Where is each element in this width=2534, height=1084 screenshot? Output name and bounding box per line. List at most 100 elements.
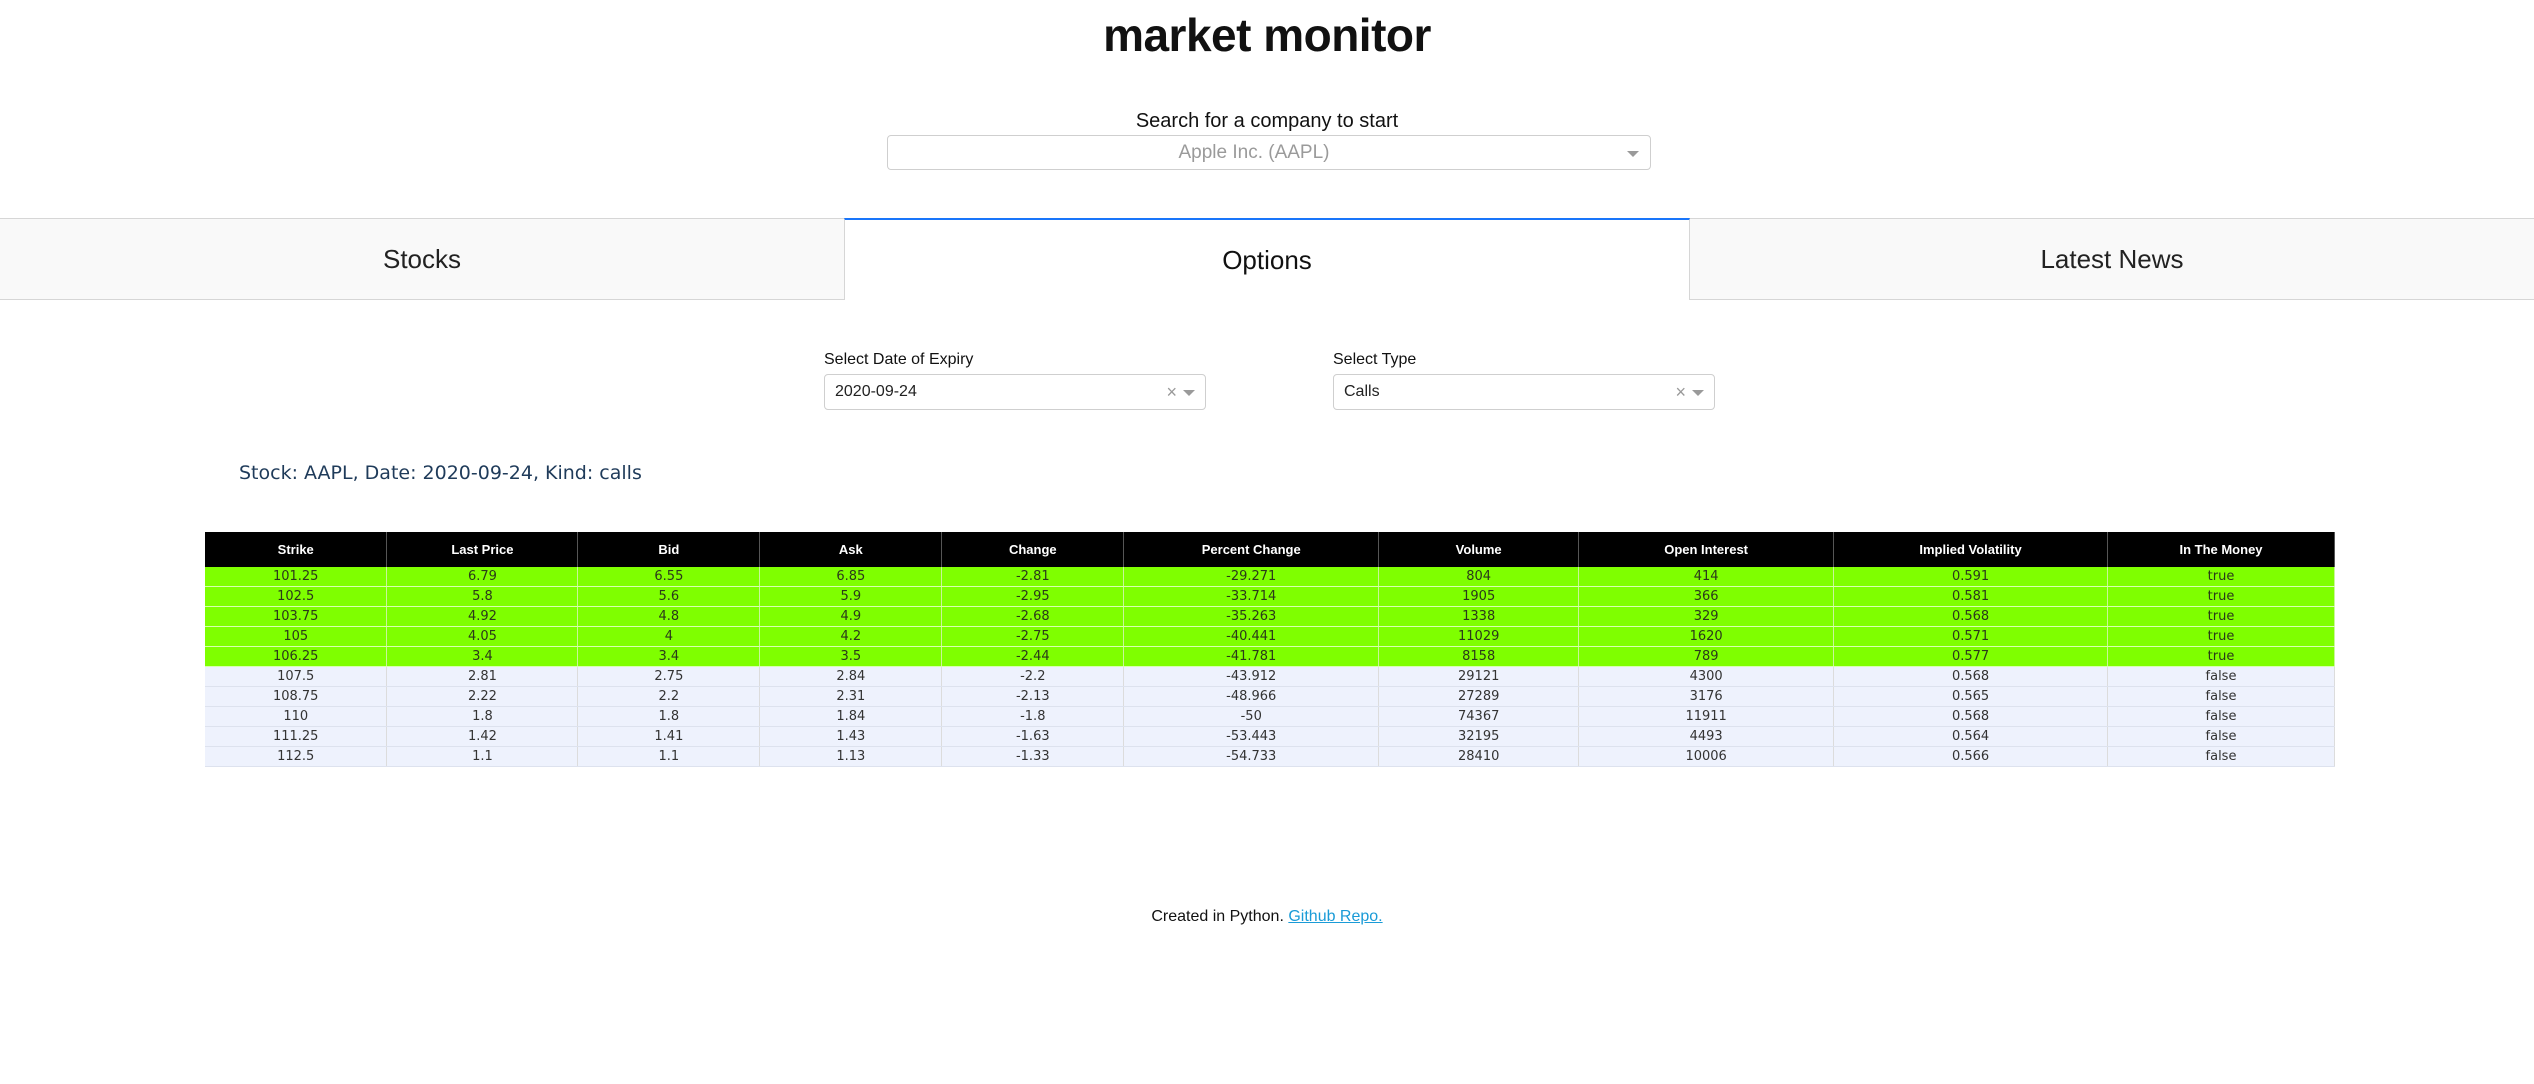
table-cell: true [2107, 586, 2335, 607]
table-cell: -53.443 [1123, 726, 1380, 747]
column-header[interactable]: Last Price [386, 532, 579, 567]
table-row: 111.25 1.42 1.41 1.43 -1.63 -53.443 32195 4493 0… [205, 726, 2335, 747]
table-cell: 1.43 [759, 726, 943, 747]
table-body: 101.25 6.79 6.55 6.85 -2.81 -29.271 804 414 0.59… [205, 567, 2335, 767]
chevron-down-icon[interactable] [1183, 390, 1195, 396]
table-cell: 1.84 [759, 706, 943, 727]
table-cell: -54.733 [1123, 746, 1380, 767]
table-cell: 6.55 [577, 567, 761, 587]
table-row: 110 1.8 1.8 1.84 -1.8 -50 74367 11911 0.568 false [205, 706, 2335, 727]
column-header[interactable]: Implied Volatility [1833, 532, 2109, 567]
table-cell: 366 [1578, 586, 1835, 607]
table-cell: 4.05 [386, 626, 579, 647]
close-icon[interactable]: × [1675, 382, 1686, 402]
table-cell: 110 [205, 706, 388, 727]
table-cell: 4 [577, 626, 761, 647]
table-cell: 1.41 [577, 726, 761, 747]
table-cell: 1.1 [386, 746, 579, 767]
table-cell: 74367 [1378, 706, 1580, 727]
page: market monitor Search for a company to s… [0, 0, 2534, 1084]
table-cell: 0.568 [1833, 666, 2109, 687]
table-cell: 8158 [1378, 646, 1580, 667]
column-header[interactable]: Strike [205, 532, 388, 567]
table-cell: 2.31 [759, 686, 943, 707]
close-icon[interactable]: × [1166, 382, 1177, 402]
chevron-down-icon[interactable] [1692, 390, 1704, 396]
table-cell: 6.85 [759, 567, 943, 587]
table-cell: 4.9 [759, 606, 943, 627]
table-row: 105 4.05 4 4.2 -2.75 -40.441 11029 1620 0.571 tru… [205, 626, 2335, 647]
chevron-down-icon[interactable] [1627, 151, 1639, 157]
table-cell: 1.13 [759, 746, 943, 767]
tab-stocks[interactable]: Stocks [0, 218, 844, 300]
table-cell: 108.75 [205, 686, 388, 707]
column-header[interactable]: Percent Change [1123, 532, 1380, 567]
table-cell: 3.5 [759, 646, 943, 667]
table-cell: 0.591 [1833, 567, 2109, 587]
table-cell: 2.81 [386, 666, 579, 687]
search-label: Search for a company to start [1135, 110, 1399, 132]
table-cell: false [2107, 706, 2335, 727]
expiry-value: 2020-09-24 [835, 383, 917, 400]
table-cell: -41.781 [1123, 646, 1380, 667]
table-cell: 29121 [1378, 666, 1580, 687]
table-cell: -50 [1123, 706, 1380, 727]
column-header[interactable]: In The Money [2107, 532, 2335, 567]
column-header[interactable]: Open Interest [1578, 532, 1835, 567]
table-cell: -2.75 [941, 626, 1125, 647]
table-row: 112.5 1.1 1.1 1.13 -1.33 -54.733 28410 10006 0.5… [205, 746, 2335, 767]
column-header[interactable]: Bid [577, 532, 761, 567]
type-value: Calls [1344, 383, 1380, 400]
table-cell: 789 [1578, 646, 1835, 667]
type-dropdown[interactable]: Calls × [1333, 374, 1715, 410]
table-cell: -2.2 [941, 666, 1125, 687]
table-cell: 32195 [1378, 726, 1580, 747]
table-cell: 4493 [1578, 726, 1835, 747]
table-cell: -33.714 [1123, 586, 1380, 607]
tab-bar: Stocks Options Latest News [0, 218, 2534, 300]
table-cell: 329 [1578, 606, 1835, 627]
table-cell: false [2107, 726, 2335, 747]
table-cell: 0.565 [1833, 686, 2109, 707]
table-cell: 3.4 [386, 646, 579, 667]
table-cell: 4.2 [759, 626, 943, 647]
table-cell: 3176 [1578, 686, 1835, 707]
table-cell: 111.25 [205, 726, 388, 747]
table-cell: 4.8 [577, 606, 761, 627]
type-label: Select Type [1333, 351, 1417, 368]
table-row: 106.25 3.4 3.4 3.5 -2.44 -41.781 8158 789 0.577 t… [205, 646, 2335, 667]
table-cell: -2.44 [941, 646, 1125, 667]
table-cell: 1.1 [577, 746, 761, 767]
column-header[interactable]: Ask [759, 532, 943, 567]
table-cell: 11911 [1578, 706, 1835, 727]
table-cell: 27289 [1378, 686, 1580, 707]
table-cell: 2.22 [386, 686, 579, 707]
table-cell: false [2107, 686, 2335, 707]
tab-options[interactable]: Options [844, 218, 1690, 300]
table-cell: 804 [1378, 567, 1580, 587]
table-row: 108.75 2.22 2.2 2.31 -2.13 -48.966 27289 3176 0.… [205, 686, 2335, 707]
table-cell: -1.33 [941, 746, 1125, 767]
company-search-select[interactable]: Apple Inc. (AAPL) [887, 135, 1651, 170]
table-cell: -40.441 [1123, 626, 1380, 647]
table-row: 102.5 5.8 5.6 5.9 -2.95 -33.714 1905 366 0.581 tr… [205, 586, 2335, 607]
tab-latest-news[interactable]: Latest News [1690, 218, 2534, 300]
github-repo-link[interactable]: Github Repo. [1288, 908, 1382, 925]
table-cell: false [2107, 666, 2335, 687]
table-cell: 112.5 [205, 746, 388, 767]
column-header[interactable]: Volume [1378, 532, 1580, 567]
table-cell: 4.92 [386, 606, 579, 627]
table-cell: 107.5 [205, 666, 388, 687]
expiry-dropdown[interactable]: 2020-09-24 × [824, 374, 1206, 410]
table-cell: 2.84 [759, 666, 943, 687]
column-header[interactable]: Change [941, 532, 1125, 567]
table-cell: 28410 [1378, 746, 1580, 767]
table-cell: 0.581 [1833, 586, 2109, 607]
table-cell: 1338 [1378, 606, 1580, 627]
table-cell: 3.4 [577, 646, 761, 667]
table-cell: 0.568 [1833, 606, 2109, 627]
table-cell: 1.8 [386, 706, 579, 727]
table-row: 107.5 2.81 2.75 2.84 -2.2 -43.912 29121 4300 0.5… [205, 666, 2335, 687]
table-cell: -2.13 [941, 686, 1125, 707]
table-cell: -48.966 [1123, 686, 1380, 707]
